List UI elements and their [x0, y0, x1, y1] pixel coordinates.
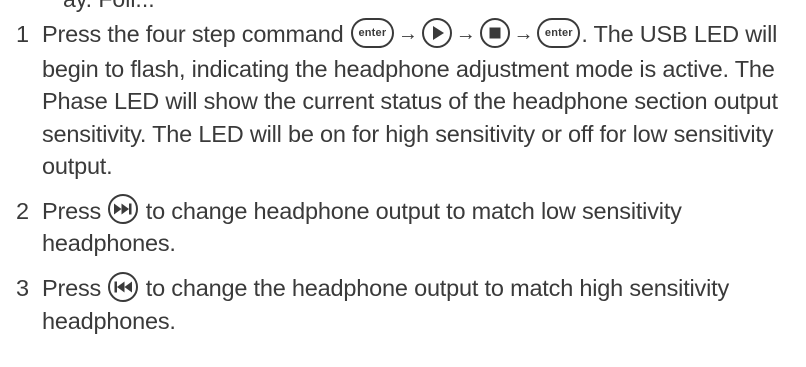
step-text-before: Press: [42, 274, 102, 301]
next-track-button-icon: [108, 194, 139, 225]
arrow-icon: →: [455, 23, 476, 45]
enter-button-icon: enter: [537, 17, 581, 48]
play-button-icon: [421, 17, 452, 48]
step-text-before: Press the four step command: [42, 21, 344, 47]
step-text-before: Press: [42, 197, 102, 224]
stop-button-icon: [479, 17, 510, 48]
enter-button-icon: enter: [350, 17, 394, 48]
arrow-icon: →: [397, 23, 418, 45]
step-text-after: to change the headphone output to match …: [42, 274, 730, 334]
step-number: 2: [16, 197, 29, 224]
step-text-after: to change headphone output to match low …: [42, 197, 682, 257]
step-1: 1 Press the four step command enter → → → en…: [14, 17, 799, 183]
step-number: 3: [16, 274, 29, 301]
step-text: Press to change the headphone output to …: [42, 271, 799, 337]
step-text: Press to change headphone output to matc…: [42, 194, 799, 260]
step-text: Press the four step command enter → → → ente…: [42, 17, 799, 183]
instruction-steps: 1 Press the four step command enter → → → en…: [14, 17, 799, 349]
previous-track-button-icon: [108, 271, 139, 302]
arrow-icon: →: [513, 23, 534, 45]
step-3: 3 Press to change the headphone output t…: [14, 271, 799, 337]
step-number: 1: [16, 21, 29, 47]
step-2: 2 Press to change headphone output to ma…: [14, 194, 799, 260]
cut-off-heading: ay. Foll...: [63, 0, 155, 13]
